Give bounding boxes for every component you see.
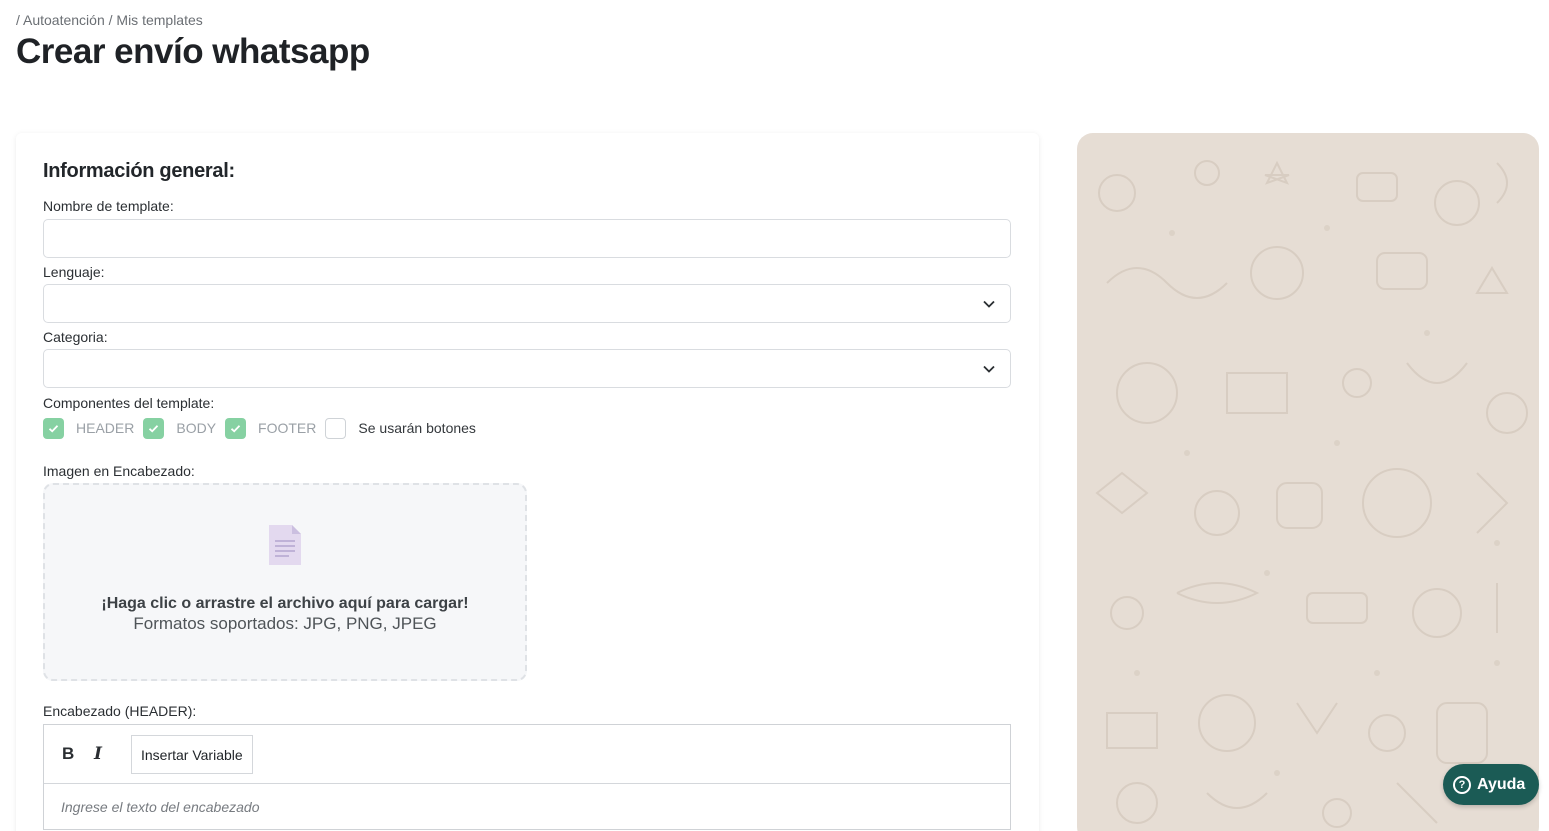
language-label: Lenguaje: bbox=[43, 264, 105, 280]
dropzone-title: ¡Haga clic o arrastre el archivo aquí pa… bbox=[101, 595, 469, 612]
header-image-label: Imagen en Encabezado: bbox=[43, 463, 195, 479]
bold-button[interactable]: B bbox=[62, 744, 74, 764]
insert-variable-button[interactable]: Insertar Variable bbox=[131, 735, 253, 774]
section-title: Información general: bbox=[43, 160, 235, 182]
dropzone-formats: Formatos soportados: JPG, PNG, JPEG bbox=[133, 614, 437, 633]
page-title: Crear envío whatsapp bbox=[16, 32, 370, 71]
editor-toolbar: B I Insertar Variable bbox=[44, 725, 1010, 784]
components-checkboxes: HEADER BODY FOOTER Se usarán botones bbox=[43, 417, 485, 439]
header-text-editor: B I Insertar Variable Ingrese el texto d… bbox=[43, 724, 1011, 830]
help-button[interactable]: ? Ayuda bbox=[1443, 764, 1539, 805]
template-name-label: Nombre de template: bbox=[43, 198, 174, 214]
general-info-card: Información general: Nombre de template:… bbox=[16, 133, 1039, 831]
check-icon bbox=[149, 424, 159, 433]
header-text-label: Encabezado (HEADER): bbox=[43, 703, 197, 719]
header-checkbox[interactable] bbox=[43, 417, 64, 439]
body-checkbox[interactable] bbox=[143, 417, 165, 439]
check-icon bbox=[230, 424, 241, 433]
category-select[interactable] bbox=[43, 349, 1011, 388]
chevron-down-icon bbox=[983, 300, 995, 308]
header-text-input[interactable]: Ingrese el texto del encabezado bbox=[61, 799, 259, 815]
components-label: Componentes del template: bbox=[43, 395, 215, 411]
help-button-label: Ayuda bbox=[1477, 775, 1526, 793]
whatsapp-preview bbox=[1077, 133, 1539, 831]
file-icon bbox=[269, 525, 301, 565]
italic-button[interactable]: I bbox=[94, 744, 102, 764]
buttons-checkbox-label: Se usarán botones bbox=[358, 420, 476, 436]
header-checkbox-label: HEADER bbox=[76, 420, 135, 436]
doodle-pattern bbox=[1095, 160, 1528, 828]
check-icon bbox=[48, 424, 59, 433]
template-name-input[interactable] bbox=[43, 219, 1011, 258]
help-icon: ? bbox=[1453, 775, 1471, 794]
body-checkbox-label: BODY bbox=[176, 420, 217, 436]
buttons-checkbox[interactable] bbox=[325, 417, 347, 439]
image-dropzone[interactable]: ¡Haga clic o arrastre el archivo aquí pa… bbox=[43, 483, 527, 681]
breadcrumb[interactable]: / Autoatención / Mis templates bbox=[16, 12, 203, 28]
category-label: Categoria: bbox=[43, 329, 108, 345]
footer-checkbox-label: FOOTER bbox=[258, 420, 317, 436]
language-select[interactable] bbox=[43, 284, 1011, 323]
chevron-down-icon bbox=[983, 365, 995, 373]
footer-checkbox[interactable] bbox=[225, 417, 247, 439]
